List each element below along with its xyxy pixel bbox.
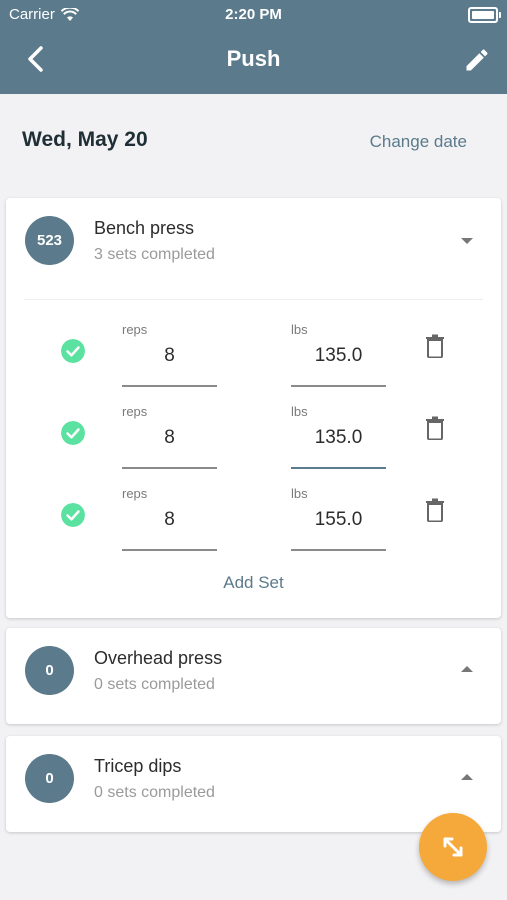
change-date-button[interactable]: Change date: [370, 132, 467, 152]
reps-label: reps: [122, 486, 148, 501]
exercise-name: Tricep dips: [94, 756, 182, 776]
exercise-header[interactable]: 0 Tricep dips 0 sets completed: [6, 736, 501, 824]
exercise-name: Bench press: [94, 218, 195, 238]
divider: [24, 299, 483, 300]
lbs-field[interactable]: lbs 135.0: [291, 401, 386, 469]
reps-label: reps: [122, 322, 148, 337]
trash-icon[interactable]: [425, 498, 445, 522]
reps-label: reps: [122, 404, 148, 419]
fab-button[interactable]: [419, 813, 487, 881]
pencil-icon: [466, 49, 488, 71]
nav-bar: Push: [0, 40, 507, 80]
status-bar: Carrier 2:20 PM: [0, 0, 507, 28]
workout-date: Wed, May 20: [22, 128, 148, 151]
lbs-field[interactable]: lbs 135.0: [291, 319, 386, 387]
reps-value[interactable]: 8: [122, 509, 217, 531]
lbs-label: lbs: [291, 404, 308, 419]
reps-value[interactable]: 8: [122, 345, 217, 367]
check-circle-icon[interactable]: [61, 339, 85, 363]
reps-field[interactable]: reps 8: [122, 483, 217, 551]
lbs-value[interactable]: 135.0: [291, 345, 386, 367]
lbs-value[interactable]: 155.0: [291, 509, 386, 531]
lbs-label: lbs: [291, 486, 308, 501]
reps-value[interactable]: 8: [122, 427, 217, 449]
exercise-name: Overhead press: [94, 648, 223, 668]
lbs-field[interactable]: lbs 155.0: [291, 483, 386, 551]
date-row: Wed, May 20 Change date: [22, 128, 485, 160]
trash-icon[interactable]: [425, 416, 445, 440]
app-header: Carrier 2:20 PM Push: [0, 0, 507, 94]
lbs-value[interactable]: 135.0: [291, 427, 386, 449]
exercise-card-overhead-press: 0 Overhead press 0 sets completed: [6, 628, 501, 724]
chevron-up-icon[interactable]: [461, 774, 473, 780]
set-row: reps 8 lbs 155.0: [6, 483, 501, 553]
add-set-button[interactable]: Add Set: [6, 573, 501, 593]
reps-field[interactable]: reps 8: [122, 319, 217, 387]
page-title: Push: [226, 46, 281, 71]
reps-field[interactable]: reps 8: [122, 401, 217, 469]
lbs-label: lbs: [291, 322, 308, 337]
exercise-card-bench-press: 523 Bench press 3 sets completed reps 8 …: [6, 198, 501, 618]
exercise-header[interactable]: 523 Bench press 3 sets completed: [6, 198, 501, 286]
exercise-card-tricep-dips: 0 Tricep dips 0 sets completed: [6, 736, 501, 832]
exercise-badge: 0: [25, 754, 74, 803]
set-row: reps 8 lbs 135.0: [6, 401, 501, 471]
exercise-header[interactable]: 0 Overhead press 0 sets completed: [6, 628, 501, 716]
expand-icon: [443, 837, 463, 857]
check-circle-icon[interactable]: [61, 421, 85, 445]
set-row: reps 8 lbs 135.0: [6, 319, 501, 389]
status-time: 2:20 PM: [225, 6, 282, 23]
exercise-summary: 0 sets completed: [94, 676, 215, 693]
chevron-up-icon[interactable]: [461, 666, 473, 672]
exercise-summary: 3 sets completed: [94, 246, 215, 263]
trash-icon[interactable]: [425, 334, 445, 358]
battery-icon: [468, 7, 501, 23]
exercise-summary: 0 sets completed: [94, 784, 215, 801]
exercise-badge: 0: [25, 646, 74, 695]
edit-button[interactable]: [463, 46, 491, 74]
exercise-badge: 523: [25, 216, 74, 265]
chevron-down-icon[interactable]: [461, 238, 473, 244]
check-circle-icon[interactable]: [61, 503, 85, 527]
